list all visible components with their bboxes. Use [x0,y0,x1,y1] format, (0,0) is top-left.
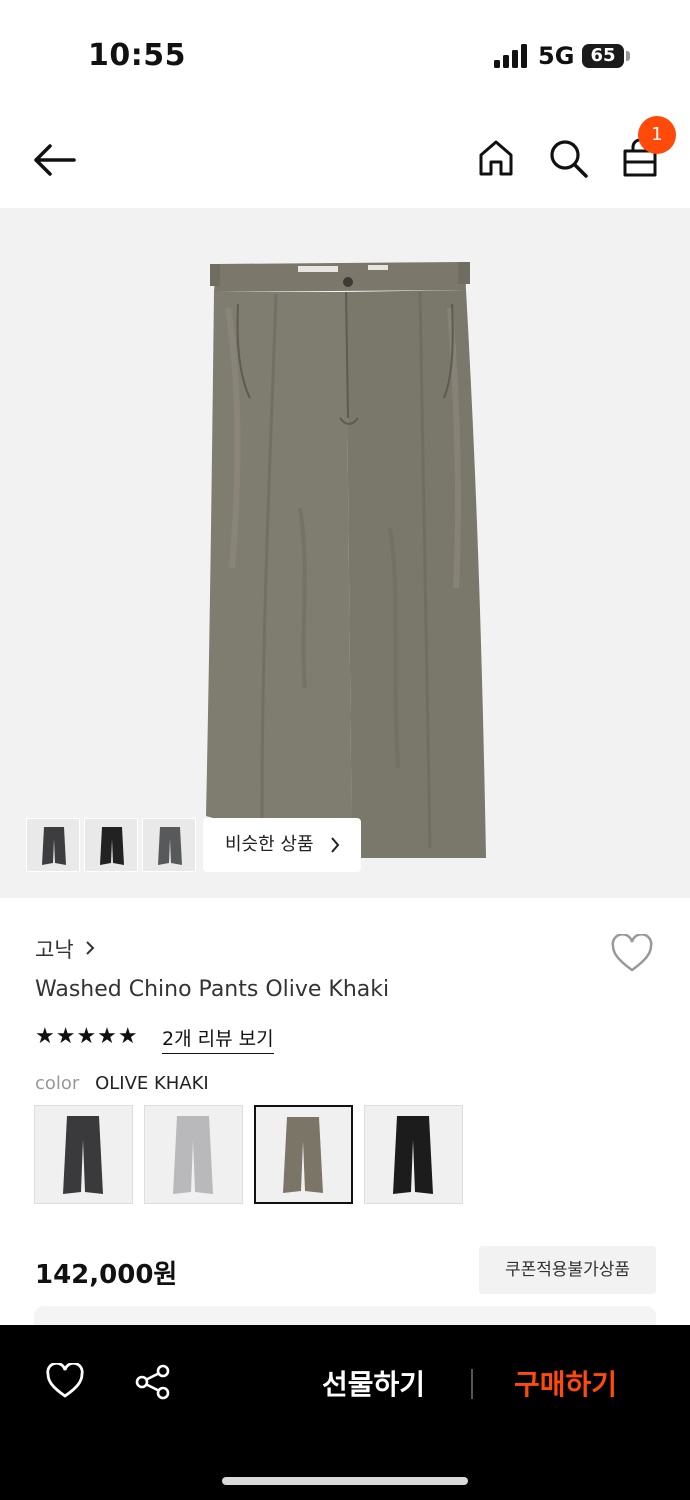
color-swatches [34,1105,463,1204]
swatch-black[interactable] [364,1105,463,1204]
thumbnail-1[interactable] [26,818,80,872]
swatch-charcoal[interactable] [34,1105,133,1204]
share-icon[interactable] [134,1363,172,1401]
brand-name-link[interactable]: 고낙 [35,934,74,964]
swatch-light-grey[interactable] [144,1105,243,1204]
coupon-not-applicable-badge: 쿠폰적용불가상품 [479,1246,656,1294]
similar-products-button[interactable]: 비슷한 상품 [203,818,361,872]
product-price: 142,000원 [35,1260,178,1290]
image-thumbnails [26,818,196,872]
network-type: 5G [538,42,575,70]
thumbnail-2[interactable] [84,818,138,872]
heart-icon[interactable] [45,1363,85,1399]
product-title: Washed Chino Pants Olive Khaki [35,977,390,1002]
status-time: 10:55 [88,38,186,73]
cellular-signal-icon [494,44,527,68]
status-bar: 10:55 5G 65 [0,0,690,110]
home-icon[interactable] [474,136,518,180]
product-photo [206,262,486,858]
similar-products-label: 비슷한 상품 [225,834,314,855]
cart-count-badge: 1 [638,116,676,154]
bottom-action-bar: 선물하기 구매하기 [0,1325,690,1500]
search-icon[interactable] [546,136,590,180]
color-value: OLIVE KHAKI [95,1073,209,1094]
home-indicator [222,1477,468,1485]
swatch-olive-khaki[interactable] [254,1105,353,1204]
chevron-right-icon [331,837,340,853]
divider [471,1369,473,1399]
review-link[interactable]: 2개 리뷰 보기 [162,1024,274,1054]
rating-stars: ★★★★★ [35,1024,139,1049]
battery-cap [626,51,630,61]
thumbnail-3[interactable] [142,818,196,872]
back-arrow-icon[interactable] [30,140,78,180]
top-nav [0,110,690,208]
color-label: color [35,1073,80,1094]
wishlist-heart-icon[interactable] [610,934,654,974]
product-image-gallery[interactable]: 비슷한 상품 [0,208,690,898]
battery-icon: 65 [582,44,624,68]
buy-button[interactable]: 구매하기 [514,1363,617,1403]
color-row: color OLIVE KHAKI [35,1073,209,1094]
gift-button[interactable]: 선물하기 [322,1363,425,1403]
chevron-right-icon [86,941,95,955]
